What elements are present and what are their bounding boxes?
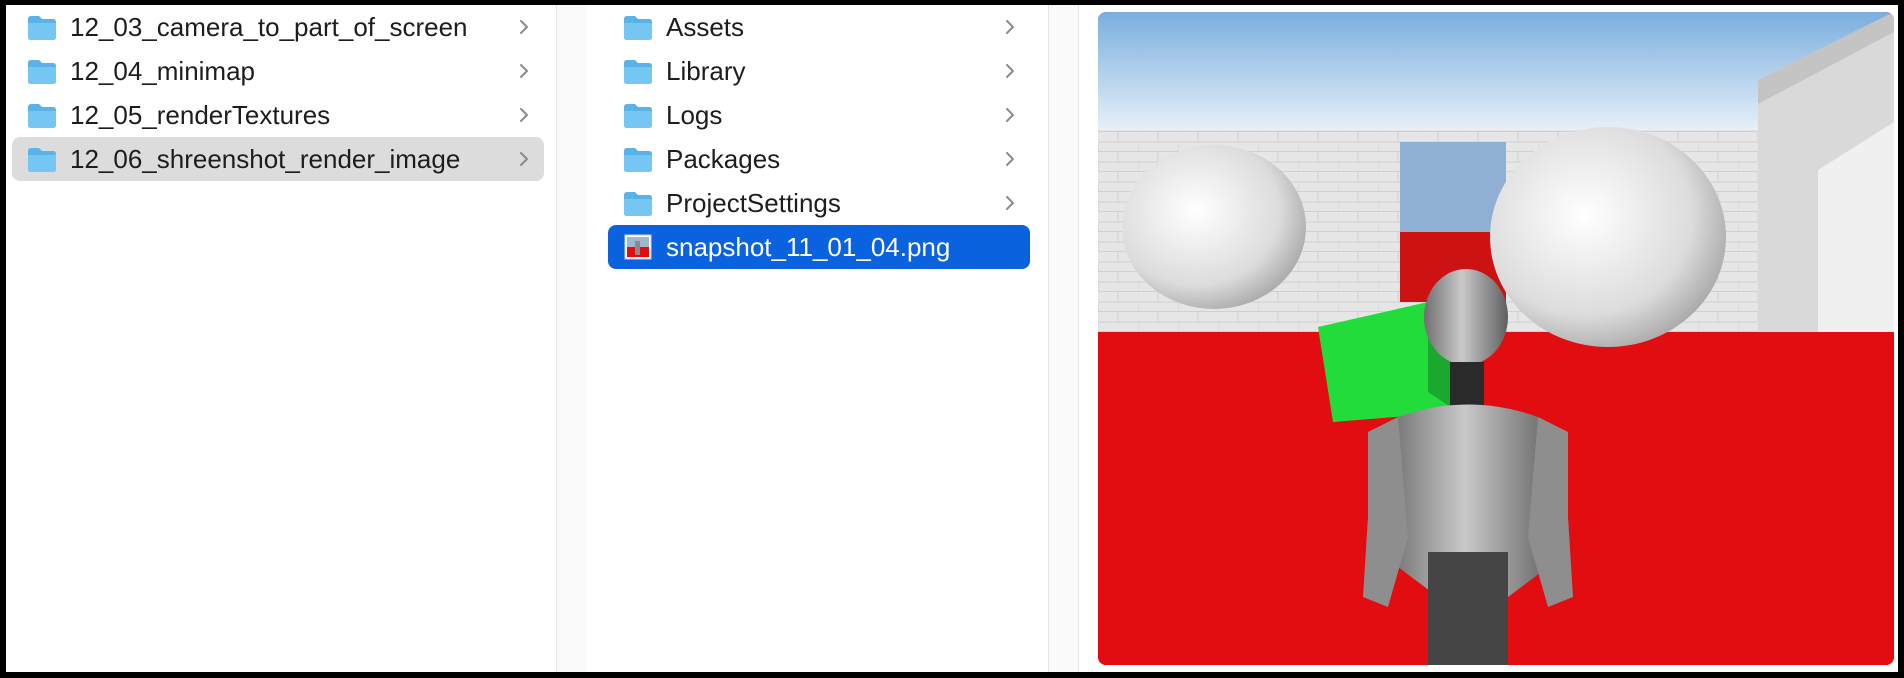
folder-label: 12_05_renderTextures [70,99,331,130]
chevron-right-icon [1006,196,1014,210]
folder-icon [28,60,56,84]
folder-label: 12_04_minimap [70,55,256,86]
folder-icon [624,104,652,128]
chevron-right-icon [1006,108,1014,122]
column-divider [1078,5,1079,672]
folder-row-assets[interactable]: Assets [608,5,1030,49]
chevron-right-icon [1006,20,1014,34]
column-resize-gap [1048,5,1078,672]
folder-label: Packages [666,143,781,174]
folder-icon [624,16,652,40]
folder-icon [28,104,56,128]
chevron-right-icon [1006,152,1014,166]
folder-label: ProjectSettings [666,187,841,218]
png-file-icon [624,234,652,260]
folder-label: Logs [666,99,723,130]
folder-icon [624,192,652,216]
snapshot-render-image [1098,12,1894,665]
folder-row-packages[interactable]: Packages [608,137,1030,181]
folder-label: Library [666,55,746,86]
folder-icon [28,148,56,172]
folder-row-projectsettings[interactable]: ProjectSettings [608,181,1030,225]
folder-row-12-06-selected[interactable]: 12_06_shreenshot_render_image [12,137,544,181]
chevron-right-icon [520,64,528,78]
folder-label: Assets [666,11,745,42]
column-divider[interactable] [556,5,557,672]
file-row-snapshot-selected[interactable]: snapshot_11_01_04.png [608,225,1030,269]
file-label: snapshot_11_01_04.png [666,231,951,262]
folder-row-12-03[interactable]: 12_03_camera_to_part_of_screen [12,5,544,49]
chevron-right-icon [520,152,528,166]
chevron-right-icon [520,20,528,34]
chevron-right-icon [520,108,528,122]
folder-icon [28,16,56,40]
folder-label: 12_03_camera_to_part_of_screen [70,11,468,42]
image-preview [1098,12,1894,665]
folder-icon [624,148,652,172]
column-resize-gap [556,5,586,672]
column-1[interactable]: 12_03_camera_to_part_of_screen 12_04_min… [6,5,556,672]
folder-row-12-04[interactable]: 12_04_minimap [12,49,544,93]
chevron-right-icon [1006,64,1014,78]
folder-icon [624,60,652,84]
folder-label: 12_06_shreenshot_render_image [70,143,461,174]
folder-row-12-05[interactable]: 12_05_renderTextures [12,93,544,137]
folder-row-library[interactable]: Library [608,49,1030,93]
column-2[interactable]: Assets Library Logs Packages ProjectSett… [586,5,1048,672]
column-divider[interactable] [1048,5,1049,672]
folder-row-logs[interactable]: Logs [608,93,1030,137]
finder-window: 12_03_camera_to_part_of_screen 12_04_min… [6,5,1898,672]
